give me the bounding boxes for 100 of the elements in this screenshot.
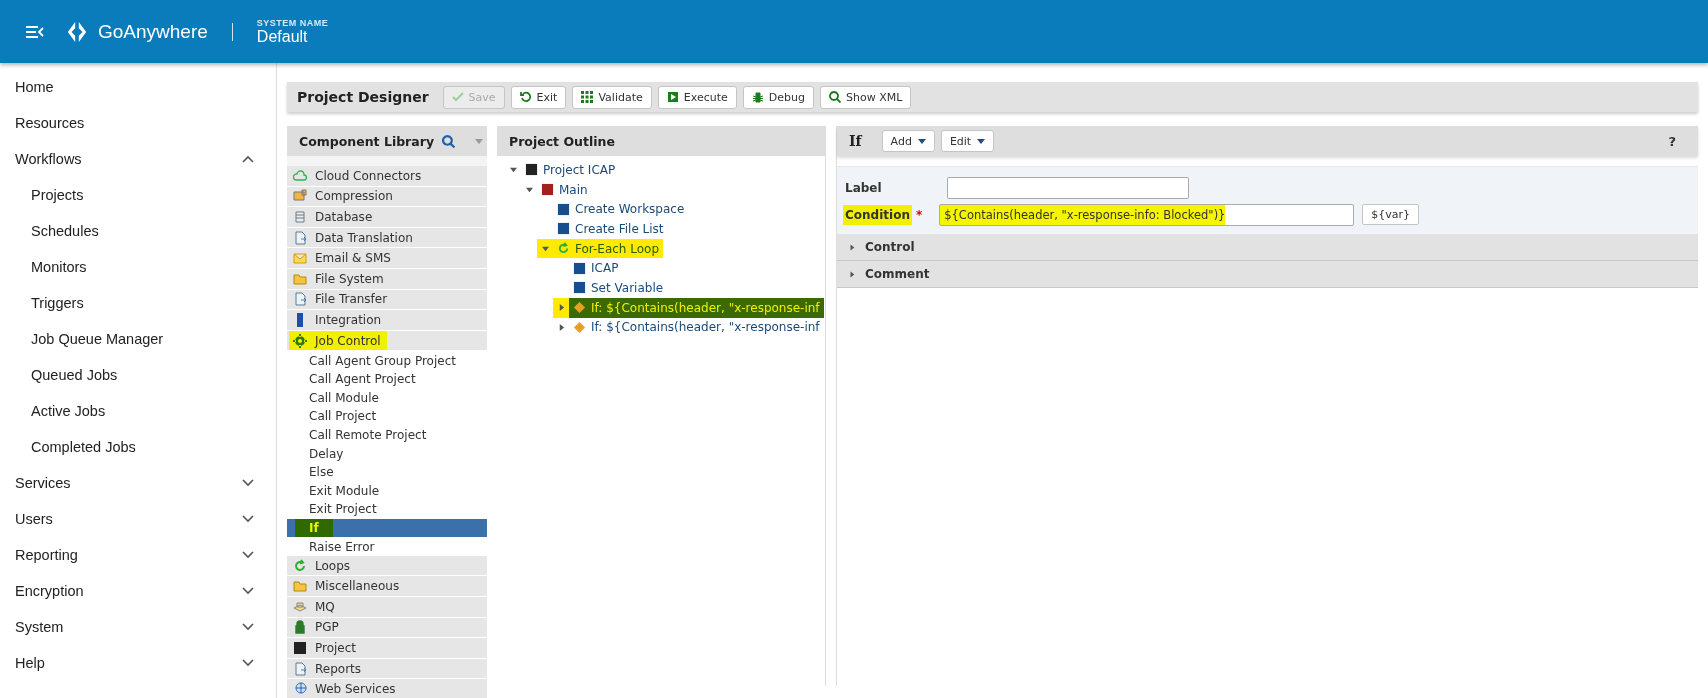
toolbar-button[interactable]: Show XML: [819, 85, 912, 109]
toolbar-button[interactable]: Validate: [572, 85, 652, 109]
outline-node[interactable]: Create Workspace: [553, 199, 689, 220]
search-icon[interactable]: [442, 134, 456, 148]
sidebar-subitem[interactable]: Queued Jobs: [0, 357, 276, 393]
cloud-icon: [293, 168, 307, 183]
diamond-icon: [573, 320, 586, 334]
library-item[interactable]: Delay: [287, 444, 487, 463]
document-gear-icon: [293, 230, 307, 245]
sidebar-item[interactable]: Services: [0, 465, 276, 501]
sidebar-item[interactable]: Resources: [0, 105, 276, 141]
required-mark: *: [914, 206, 924, 224]
library-item[interactable]: Call Project: [287, 407, 487, 426]
library-item[interactable]: Exit Project: [287, 500, 487, 519]
sidebar-subitem[interactable]: Completed Jobs: [0, 429, 276, 465]
library-category[interactable]: PGP: [287, 617, 487, 639]
library-item[interactable]: Call Agent Group Project: [287, 351, 487, 370]
sidebar-item[interactable]: Workflows: [0, 141, 276, 177]
library-category[interactable]: Loops: [287, 555, 487, 577]
outline-node[interactable]: Main: [537, 179, 592, 200]
chevron-icon: [242, 155, 254, 163]
square-icon: [557, 202, 570, 216]
outline-node[interactable]: For-Each Loop: [553, 238, 664, 259]
database-icon: [293, 210, 307, 224]
toolbar-button[interactable]: Execute: [657, 85, 737, 109]
square-icon: [525, 163, 538, 177]
outline-node[interactable]: If: ${Contains(header, "x-response-inf: [569, 317, 824, 338]
library-category[interactable]: File System: [287, 268, 487, 290]
system-label: SYSTEM NAME: [256, 17, 329, 28]
system-name: Default: [256, 27, 309, 46]
input-field[interactable]: ${Contains(header, "x-response-info: Blocked")}: [939, 203, 1355, 226]
field-label: Condition: [843, 204, 912, 225]
sidebar-item[interactable]: Reporting: [0, 537, 276, 573]
help-link[interactable]: ?: [1668, 133, 1676, 149]
library-category[interactable]: MQ: [287, 597, 487, 618]
input-field[interactable]: [947, 176, 1189, 199]
expand-toggle-icon[interactable]: [557, 304, 565, 312]
search-icon: [828, 91, 841, 103]
sidebar-item[interactable]: Home: [0, 69, 276, 105]
outline-node[interactable]: ICAP: [569, 258, 623, 279]
toolbar-button[interactable]: Debug: [742, 85, 814, 109]
sidebar-subitem[interactable]: Job Queue Manager: [0, 321, 276, 357]
product-name: GoAnywhere: [98, 20, 208, 43]
library-category[interactable]: Cloud Connectors: [287, 166, 487, 187]
section-header[interactable]: Comment: [837, 261, 1698, 288]
play-icon: [666, 91, 679, 103]
sidebar-subitem[interactable]: Projects: [0, 177, 276, 213]
menu-icon[interactable]: [26, 25, 44, 38]
chevron-icon: [242, 479, 254, 487]
square-icon: [573, 281, 586, 295]
chevron-icon: [242, 587, 254, 595]
outline-node[interactable]: Set Variable: [569, 278, 668, 298]
sidebar-item[interactable]: System: [0, 609, 276, 645]
library-category[interactable]: Job Control: [287, 330, 487, 352]
archive-icon: [293, 189, 307, 204]
undo-icon: [519, 91, 532, 103]
variable-button[interactable]: ${var}: [1362, 204, 1419, 225]
square-icon: [557, 222, 570, 236]
bug-icon: [751, 91, 764, 103]
folder-icon: [293, 271, 307, 286]
library-category[interactable]: Integration: [287, 310, 487, 331]
diamond-icon: [573, 301, 586, 315]
sidebar-subitem[interactable]: Active Jobs: [0, 393, 276, 429]
caret-icon: [977, 138, 986, 144]
menu-button[interactable]: Edit: [940, 130, 995, 152]
sidebar-subitem[interactable]: Schedules: [0, 213, 276, 249]
panel-title: Project Outline: [509, 133, 615, 149]
outline-node[interactable]: Create File List: [553, 219, 668, 239]
section-header[interactable]: Control: [837, 234, 1698, 261]
chevron-icon: [242, 623, 254, 631]
sidebar-item[interactable]: Users: [0, 501, 276, 537]
envelope-icon: [293, 251, 307, 266]
expand-toggle-icon[interactable]: [525, 186, 533, 194]
library-category[interactable]: Compression: [287, 186, 487, 208]
library-item[interactable]: Raise Error: [287, 537, 487, 556]
library-category[interactable]: Web Services: [287, 679, 487, 698]
toolbar-button[interactable]: Exit: [510, 85, 567, 109]
logo-icon: [66, 20, 88, 43]
sidebar-subitem[interactable]: Monitors: [0, 249, 276, 285]
expand-toggle-icon[interactable]: [541, 245, 549, 253]
library-category[interactable]: Miscellaneous: [287, 576, 487, 598]
sidebar-item[interactable]: Help: [0, 645, 276, 681]
outline-node[interactable]: Project ICAP: [521, 160, 620, 180]
library-category[interactable]: Database: [287, 207, 487, 228]
library-category[interactable]: Data Translation: [287, 227, 487, 249]
document-arrow-icon: [293, 292, 307, 307]
outline-node[interactable]: If: ${Contains(header, "x-response-inf: [569, 297, 824, 318]
sidebar-subitem[interactable]: Triggers: [0, 285, 276, 321]
library-category[interactable]: Reports: [287, 658, 487, 680]
library-category[interactable]: Project: [287, 638, 487, 659]
sidebar-item[interactable]: Encryption: [0, 573, 276, 609]
menu-button[interactable]: Add: [881, 130, 935, 152]
check-icon: [451, 91, 464, 103]
library-category[interactable]: Email & SMS: [287, 248, 487, 269]
chevron-icon: [242, 551, 254, 559]
loop-icon: [293, 558, 307, 573]
library-category[interactable]: File Transfer: [287, 289, 487, 311]
square-icon: [293, 641, 307, 656]
expand-toggle-icon[interactable]: [557, 323, 565, 331]
expand-toggle-icon[interactable]: [509, 166, 517, 174]
